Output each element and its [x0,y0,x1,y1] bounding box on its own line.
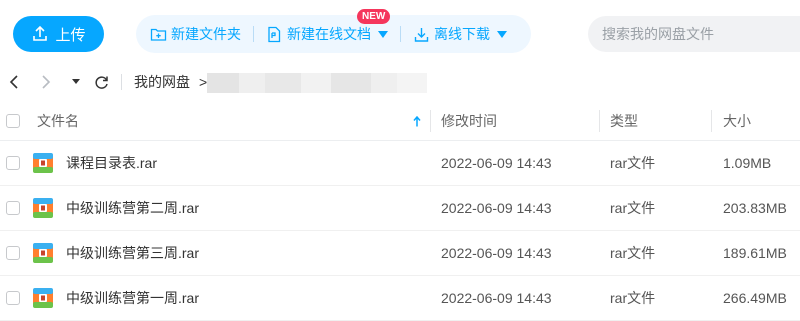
column-divider[interactable] [430,110,431,132]
file-name[interactable]: 中级训练营第一周.rar [66,276,199,320]
file-size: 189.61MB [723,245,787,261]
column-divider[interactable] [599,110,600,132]
sort-ascending-icon[interactable] [413,102,421,140]
file-modified-time: 2022-06-09 14:43 [441,290,552,306]
new-folder-label: 新建文件夹 [171,26,241,42]
file-table: 文件名 修改时间 类型 大小 课程目录表.rar 2022-06-09 14:4… [0,102,800,321]
column-header-type[interactable]: 类型 [610,102,638,140]
upload-label: 上传 [55,26,86,44]
search-input[interactable] [600,25,800,43]
chevron-down-icon [497,30,507,38]
column-header-modified[interactable]: 修改时间 [441,102,497,140]
file-type: rar文件 [610,200,656,216]
table-row[interactable]: 课程目录表.rar 2022-06-09 14:43 rar文件 1.09MB [0,141,800,186]
chevron-down-icon [378,30,388,38]
toolbar: 上传 新建文件夹 新建在线文档 离线下载 NEW 搜索我的网盘文件 [0,0,800,66]
column-header-size[interactable]: 大小 [723,102,751,140]
rar-file-icon [32,141,54,185]
file-modified-time: 2022-06-09 14:43 [441,245,552,261]
upload-button[interactable]: 上传 [13,16,104,52]
back-icon[interactable] [7,75,21,89]
new-folder-button[interactable]: 新建文件夹 [150,24,241,44]
row-checkbox[interactable] [6,156,20,170]
forward-icon[interactable] [39,75,53,89]
new-online-doc-button[interactable]: 新建在线文档 [266,24,388,44]
table-row[interactable]: 中级训练营第一周.rar 2022-06-09 14:43 rar文件 266.… [0,276,800,321]
row-checkbox[interactable] [6,201,20,215]
file-modified-time: 2022-06-09 14:43 [441,155,552,171]
file-name[interactable]: 课程目录表.rar [66,141,157,185]
divider [121,74,122,90]
table-row[interactable]: 中级训练营第三周.rar 2022-06-09 14:43 rar文件 189.… [0,231,800,276]
row-checkbox[interactable] [6,246,20,260]
redacted-path [207,73,427,93]
offline-download-button[interactable]: 离线下载 [413,24,507,44]
breadcrumb-separator: > [199,74,208,90]
new-folder-icon [150,28,167,41]
new-doc-label: 新建在线文档 [287,26,371,42]
file-type: rar文件 [610,245,656,261]
breadcrumb: 我的网盘 > [134,72,207,92]
row-checkbox[interactable] [6,291,20,305]
select-all-checkbox[interactable] [6,114,20,128]
table-row[interactable]: 中级训练营第二周.rar 2022-06-09 14:43 rar文件 203.… [0,186,800,231]
file-size: 266.49MB [723,290,787,306]
history-dropdown-icon[interactable] [71,79,81,85]
column-divider[interactable] [711,110,712,132]
table-header: 文件名 修改时间 类型 大小 [0,102,800,141]
file-name[interactable]: 中级训练营第三周.rar [66,231,199,275]
new-badge: NEW [357,9,391,24]
file-type: rar文件 [610,155,656,171]
file-name[interactable]: 中级训练营第二周.rar [66,186,199,230]
file-modified-time: 2022-06-09 14:43 [441,200,552,216]
divider [400,26,401,42]
file-type: rar文件 [610,290,656,306]
file-size: 203.83MB [723,200,787,216]
divider [253,26,254,42]
rar-file-icon [32,276,54,320]
offline-download-label: 离线下载 [434,26,490,42]
search-box[interactable] [588,16,800,52]
file-size: 1.09MB [723,155,772,171]
rar-file-icon [32,231,54,275]
new-doc-icon [268,26,281,42]
rar-file-icon [32,186,54,230]
download-icon [414,27,429,42]
breadcrumb-root[interactable]: 我的网盘 [134,72,190,92]
column-header-name[interactable]: 文件名 [37,102,79,140]
refresh-icon[interactable] [93,75,109,90]
upload-icon [33,25,48,41]
action-group: 新建文件夹 新建在线文档 离线下载 NEW [136,9,531,53]
